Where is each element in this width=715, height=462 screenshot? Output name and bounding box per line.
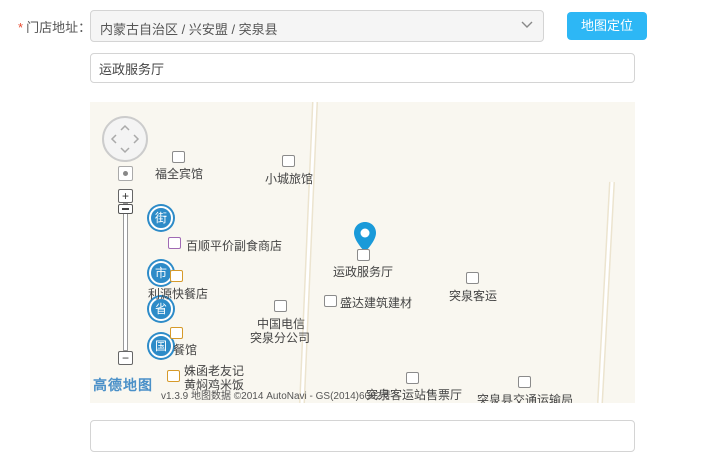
hotel-icon xyxy=(172,151,185,163)
poi-label[interactable]: 百顺平价副食商店 xyxy=(186,237,282,254)
map-locate-button[interactable]: 地图定位 xyxy=(567,12,647,40)
required-mark: * xyxy=(18,20,24,35)
building-icon xyxy=(324,295,337,307)
region-select-value: 内蒙古自治区 / 兴安盟 / 突泉县 xyxy=(100,22,278,37)
detail-address-input[interactable] xyxy=(90,53,635,83)
telecom-icon xyxy=(274,300,287,312)
address-label: * 门店地址： xyxy=(18,17,91,36)
zoom-track[interactable] xyxy=(123,203,128,351)
map-logo: 高德地图 xyxy=(93,377,153,393)
restaurant-icon xyxy=(170,327,183,339)
pan-control[interactable] xyxy=(102,116,148,162)
map-copyright: v1.3.9 地图数据 ©2014 AutoNavi - GS(2014)600… xyxy=(161,391,392,402)
hotel-icon xyxy=(282,155,295,167)
poi-label[interactable]: 福全宾馆 xyxy=(155,165,203,182)
region-select[interactable]: 内蒙古自治区 / 兴安盟 / 突泉县 xyxy=(90,10,544,42)
zoom-out-button[interactable]: − xyxy=(118,351,133,365)
poi-label[interactable]: 突泉客运 xyxy=(449,287,497,304)
extra-address-input[interactable] xyxy=(90,420,635,452)
map-view[interactable]: + − 街 市 省 国 福全宾馆 小城旅馆 百顺平价副食商店 利源快餐店 运政服… xyxy=(90,102,635,403)
government-icon xyxy=(357,249,370,261)
pan-arrows-icon xyxy=(110,124,140,154)
poi-label[interactable]: 运政服务厅 xyxy=(333,263,393,280)
bus-icon xyxy=(466,272,479,284)
chevron-down-icon xyxy=(521,21,533,28)
ticket-icon xyxy=(406,372,419,384)
poi-label[interactable]: 突泉分公司 xyxy=(250,329,310,346)
address-label-text: 门店地址： xyxy=(26,20,92,35)
zoom-in-button[interactable]: + xyxy=(118,189,133,203)
government-icon xyxy=(518,376,531,388)
zoom-level-street[interactable]: 街 xyxy=(149,206,173,230)
locate-me-button[interactable] xyxy=(118,166,133,181)
poi-label[interactable]: 利源快餐店 xyxy=(148,285,208,302)
poi-label[interactable]: 小城旅馆 xyxy=(265,170,313,187)
restaurant-icon xyxy=(170,270,183,282)
poi-label[interactable]: 突泉县交通运输局 xyxy=(477,391,573,403)
poi-label[interactable]: 餐馆 xyxy=(173,341,197,358)
zoom-handle[interactable] xyxy=(118,204,133,214)
restaurant-icon xyxy=(167,370,180,382)
shop-icon xyxy=(168,237,181,249)
poi-label[interactable]: 盛达建筑建材 xyxy=(340,294,412,311)
